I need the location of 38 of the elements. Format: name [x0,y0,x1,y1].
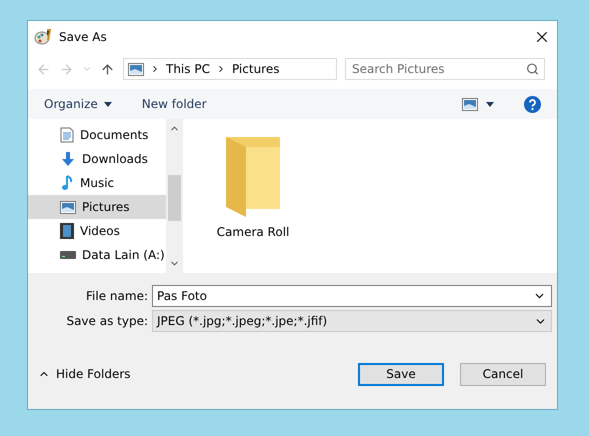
sidebar-item[interactable]: Downloads [28,147,166,171]
organize-menu[interactable]: Organize [44,97,112,111]
breadcrumb-item[interactable]: This PC [166,62,210,76]
folder-item[interactable]: Camera Roll [213,137,293,255]
window-title: Save As [59,30,108,44]
picture-icon [128,62,144,76]
music-note-icon [60,175,74,191]
sidebar-item[interactable]: Pictures [28,195,166,219]
scrollbar[interactable] [166,119,183,273]
hide-folders-button[interactable]: Hide Folders [38,367,342,381]
search-icon [526,62,539,76]
document-icon [60,127,74,143]
sidebar-item[interactable]: Documents [28,123,166,147]
search-field[interactable]: Search Pictures [345,58,545,80]
file-name-field[interactable]: Pas Foto [152,285,552,307]
field-label: Save as type: [65,314,148,328]
down-arrow-icon [60,151,76,167]
palette-icon [34,28,52,44]
picture-icon [60,200,76,214]
sidebar-item[interactable]: Music [28,171,166,195]
field-label: File name: [85,289,148,303]
drive-icon [60,251,76,259]
help-icon[interactable] [524,96,541,112]
dialog-button[interactable]: Cancel [460,362,546,386]
save-type-dropdown[interactable]: JPEG (*.jpg;*.jpeg;*.jpe;*.jfif) [152,310,552,332]
caret-icon [104,102,112,106]
up-icon[interactable] [100,62,115,76]
address-bar[interactable]: This PC Pictures [123,58,337,80]
film-icon [60,223,74,239]
sidebar-item[interactable]: Data Lain (A:) [28,243,166,267]
new-folder-button[interactable]: New folder [142,97,207,111]
dialog-button[interactable]: Save [358,362,444,386]
breadcrumb-item[interactable]: Pictures [232,62,280,76]
sidebar-item[interactable]: Videos [28,219,166,243]
picture-icon [462,98,478,110]
scrollbar-thumb[interactable] [168,175,181,221]
folder-icon [226,137,280,217]
caret-icon[interactable] [486,102,494,106]
